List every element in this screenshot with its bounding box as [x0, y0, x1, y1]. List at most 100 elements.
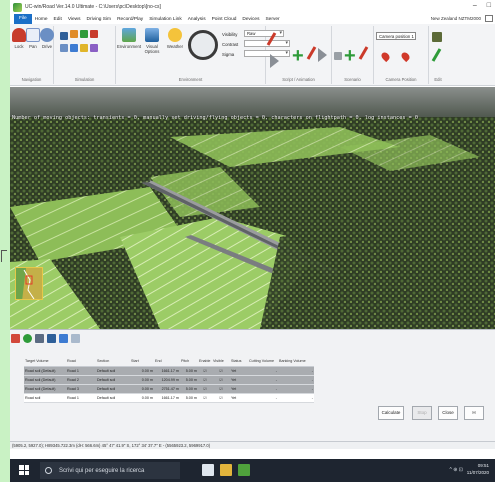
visible-checkbox[interactable]: ☑ — [212, 375, 230, 385]
calculate-button[interactable]: Calculate — [378, 406, 404, 420]
system-tray-icons[interactable]: ^ ⊕ ⊡ — [449, 467, 463, 473]
col-banking-volume[interactable]: Banking Volume — [278, 357, 314, 367]
uc-win-road-taskbar-icon[interactable] — [238, 464, 250, 476]
minimap[interactable] — [15, 267, 43, 300]
clock[interactable]: 09:51 11/07/2020 — [467, 462, 489, 476]
cell-end: 1661.17 m — [154, 366, 180, 376]
menu-record-play[interactable]: Record/Play — [114, 17, 146, 22]
stop-icon[interactable] — [334, 52, 342, 60]
sigma-row: Sigma — [222, 50, 242, 58]
task-view-icon[interactable] — [202, 464, 214, 476]
daylight-dial-icon[interactable] — [188, 30, 218, 60]
cell-end: 2751.47 m — [154, 384, 180, 394]
visible-checkbox[interactable]: ☑ — [212, 366, 230, 376]
close-panel-icon[interactable] — [11, 333, 20, 343]
camera-pin-icon[interactable] — [379, 50, 392, 63]
add-script-icon[interactable]: + — [292, 46, 304, 66]
col-cutting-volume[interactable]: Cutting Volume — [248, 357, 278, 367]
camera-position-select[interactable]: Camera position 1 — [376, 32, 416, 40]
col-section[interactable]: Section — [96, 357, 130, 367]
add-icon[interactable] — [23, 333, 32, 343]
layout-icon[interactable] — [485, 15, 493, 22]
app-window: UC-win/Road Ver.14.0 Ultimate - C:\Users… — [10, 0, 495, 459]
stats-icon[interactable] — [90, 30, 98, 38]
volume-table: Target Volume Road Section Start End Pit… — [24, 357, 314, 403]
lock-button[interactable]: Lock — [12, 28, 26, 49]
edit-scenario-icon[interactable] — [358, 46, 369, 60]
menu-driving-sim[interactable]: Driving Sim — [84, 17, 115, 22]
menu-edit[interactable]: Edit — [51, 17, 65, 22]
add-scenario-icon[interactable]: + — [344, 46, 356, 66]
windows-start-icon[interactable] — [19, 465, 29, 475]
camera-add-pin-icon[interactable] — [399, 50, 412, 63]
minimize-button[interactable]: – — [473, 2, 477, 9]
col-target-volume[interactable]: Target Volume — [24, 357, 66, 367]
edit-script-icon[interactable] — [306, 46, 317, 60]
enable-checkbox[interactable]: ☑ — [198, 393, 212, 403]
sensor-icon[interactable] — [90, 44, 98, 52]
visible-checkbox[interactable]: ☑ — [212, 384, 230, 394]
cell-start: 0.00 m — [130, 375, 154, 385]
chart-icon[interactable] — [70, 30, 78, 38]
col-status[interactable]: Status — [230, 357, 248, 367]
menu-devices[interactable]: Devices — [239, 17, 262, 22]
menu-server[interactable]: Server — [262, 17, 282, 22]
close-button[interactable]: Close — [438, 406, 458, 420]
menu-views[interactable]: Views — [65, 17, 84, 22]
select-icon[interactable] — [71, 333, 80, 343]
taskbar-search-input[interactable]: Scrivi qui per eseguire la ricerca — [40, 462, 180, 479]
menu-simulation-link[interactable]: Simulation Link — [146, 17, 185, 22]
cell-status: Yet — [230, 393, 248, 403]
pencil-icon[interactable] — [266, 32, 277, 46]
gear-icon[interactable] — [60, 44, 68, 52]
col-road[interactable]: Road — [66, 357, 96, 367]
weather-button[interactable]: Weather — [164, 28, 186, 49]
table-row[interactable]: Road soil (Default) Road 2 Default soil … — [24, 375, 314, 385]
table-row[interactable]: Road soil Road 1 Default soil 0.00 m 166… — [24, 393, 314, 403]
stop-button[interactable]: Stop — [412, 406, 432, 420]
col-end[interactable]: End — [154, 357, 180, 367]
maximize-button[interactable]: □ — [487, 2, 491, 9]
cell-section: Default soil — [96, 366, 130, 376]
visual-options-label: Visual Options — [144, 44, 160, 54]
col-start[interactable]: Start — [130, 357, 154, 367]
help-button[interactable]: H — [464, 406, 484, 420]
cell-target: Road soil (Default) — [24, 384, 66, 394]
play-script-icon[interactable] — [318, 48, 327, 62]
cell-target: Road soil (Default) — [24, 375, 66, 385]
table-row[interactable]: Road soil (Default) Road 1 Default soil … — [24, 366, 314, 376]
network-icon[interactable] — [70, 44, 78, 52]
cell-status: Yet — [230, 366, 248, 376]
steering-wheel-icon — [40, 28, 54, 42]
enable-checkbox[interactable]: ☑ — [198, 366, 212, 376]
menu-file[interactable]: File — [14, 14, 32, 24]
traffic-icon[interactable] — [80, 44, 88, 52]
cell-road: Road 3 — [66, 384, 96, 394]
save-icon[interactable] — [47, 333, 56, 343]
drive-button[interactable]: Drive — [40, 28, 54, 49]
environment-label: Environment — [116, 44, 142, 49]
menu-analysis[interactable]: Analysis — [185, 17, 209, 22]
pan-button[interactable]: Pan — [26, 28, 40, 49]
bar-chart-icon[interactable] — [80, 30, 88, 38]
list-icon[interactable] — [35, 333, 44, 343]
table-row[interactable]: Road soil (Default) Road 3 Default soil … — [24, 384, 314, 394]
menu-home[interactable]: Home — [32, 17, 51, 22]
lock-label: Lock — [14, 44, 24, 49]
3d-viewport[interactable]: Number of moving objects: transients = 0… — [10, 87, 495, 329]
enable-checkbox[interactable]: ☑ — [198, 375, 212, 385]
menu-point-cloud[interactable]: Point Cloud — [209, 17, 240, 22]
col-enable[interactable]: Enable — [198, 357, 212, 367]
link-icon[interactable] — [59, 333, 68, 343]
col-pitch[interactable]: Pitch — [180, 357, 198, 367]
col-visible[interactable]: Visible — [212, 357, 230, 367]
edit-object-icon[interactable] — [432, 32, 442, 42]
record-icon[interactable] — [60, 32, 68, 40]
play-icon[interactable] — [270, 54, 279, 68]
visual-options-button[interactable]: Visual Options — [141, 28, 163, 54]
file-explorer-icon[interactable] — [220, 464, 232, 476]
edit-pencil-icon[interactable] — [431, 48, 442, 62]
visible-checkbox[interactable]: ☑ — [212, 393, 230, 403]
environment-button[interactable]: Environment — [116, 28, 142, 49]
enable-checkbox[interactable]: ☑ — [198, 384, 212, 394]
